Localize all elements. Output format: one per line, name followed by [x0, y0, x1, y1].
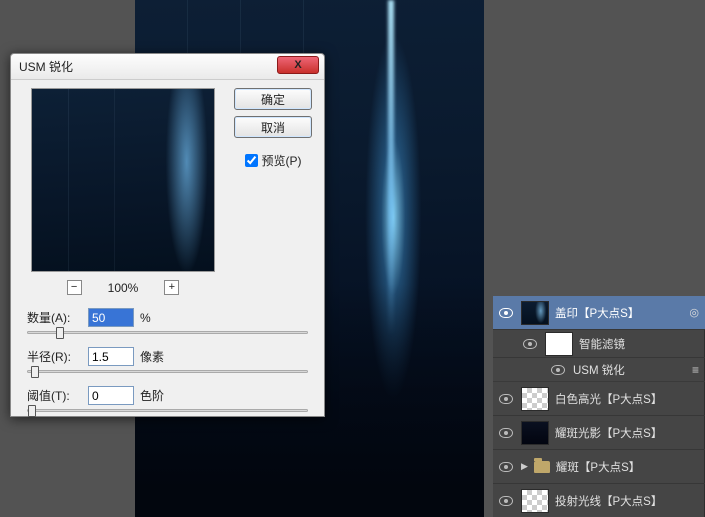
amount-label: 数量(A): [27, 309, 82, 326]
layers-panel: 盖印【P大点S】 ◎ 智能滤镜 USM 锐化 ≡ 白色高光【P大点S】 耀斑光影… [493, 296, 705, 517]
layer-row-flare-group[interactable]: ▶ 耀斑【P大点S】 [493, 450, 705, 484]
preview-image[interactable] [31, 88, 215, 272]
radius-input[interactable] [88, 347, 134, 366]
layer-thumbnail[interactable] [521, 387, 549, 411]
threshold-unit: 色阶 [140, 387, 164, 404]
layer-name: 智能滤镜 [579, 336, 625, 352]
dialog-title: USM 锐化 [19, 58, 73, 75]
close-icon: X [294, 59, 301, 71]
amount-input[interactable] [88, 308, 134, 327]
layer-name: 盖印【P大点S】 [555, 305, 639, 321]
eye-icon[interactable] [499, 394, 513, 404]
threshold-input[interactable] [88, 386, 134, 405]
layer-row-flare-light[interactable]: 耀斑光影【P大点S】 [493, 416, 705, 450]
zoom-in-button[interactable]: + [164, 280, 179, 295]
smart-object-badge[interactable]: ◎ [689, 306, 699, 319]
cancel-button[interactable]: 取消 [234, 116, 312, 138]
amount-unit: % [140, 311, 151, 325]
radius-unit: 像素 [140, 348, 164, 365]
radius-slider-thumb[interactable] [31, 366, 39, 378]
layer-row-white-highlight[interactable]: 白色高光【P大点S】 [493, 382, 705, 416]
sliders-icon[interactable]: ≡ [692, 363, 699, 377]
layer-thumbnail[interactable] [521, 421, 549, 445]
eye-icon[interactable] [499, 308, 513, 318]
layer-name: 耀斑【P大点S】 [556, 459, 640, 475]
amount-slider-thumb[interactable] [56, 327, 64, 339]
eye-icon[interactable] [499, 428, 513, 438]
radius-slider[interactable] [27, 370, 308, 373]
preview-label: 预览(P) [262, 152, 302, 169]
usm-dialog: USM 锐化 X − 100% + 确定 取消 预览(P) [10, 53, 325, 417]
preview-checkbox[interactable] [245, 154, 258, 167]
layer-row-light-rays[interactable]: 投射光线【P大点S】 [493, 484, 705, 517]
ok-button[interactable]: 确定 [234, 88, 312, 110]
zoom-out-button[interactable]: − [67, 280, 82, 295]
eye-icon[interactable] [551, 365, 565, 375]
layer-name: 投射光线【P大点S】 [555, 493, 662, 509]
radius-label: 半径(R): [27, 348, 82, 365]
layer-row-usm-filter[interactable]: USM 锐化 ≡ [493, 358, 705, 382]
eye-icon[interactable] [499, 496, 513, 506]
layer-thumbnail[interactable] [521, 489, 549, 513]
eye-icon[interactable] [523, 339, 537, 349]
zoom-level: 100% [108, 281, 139, 295]
chevron-right-icon[interactable]: ▶ [521, 461, 528, 472]
layer-name: 白色高光【P大点S】 [555, 391, 662, 407]
amount-slider[interactable] [27, 331, 308, 334]
layer-name: 耀斑光影【P大点S】 [555, 425, 662, 441]
threshold-slider[interactable] [27, 409, 308, 412]
threshold-slider-thumb[interactable] [28, 405, 36, 417]
layer-thumbnail[interactable] [521, 301, 549, 325]
close-button[interactable]: X [277, 56, 319, 74]
layer-row-stamp[interactable]: 盖印【P大点S】 ◎ [493, 296, 705, 330]
minus-icon: − [71, 282, 77, 293]
folder-icon [534, 461, 550, 473]
plus-icon: + [169, 282, 175, 293]
preview-checkbox-row[interactable]: 预览(P) [245, 152, 302, 169]
threshold-label: 阈值(T): [27, 387, 82, 404]
filter-mask-thumbnail[interactable] [545, 332, 573, 356]
eye-icon[interactable] [499, 462, 513, 472]
layer-name: USM 锐化 [573, 362, 625, 378]
dialog-titlebar[interactable]: USM 锐化 X [11, 54, 324, 80]
layer-row-smartfilters[interactable]: 智能滤镜 [493, 330, 705, 358]
